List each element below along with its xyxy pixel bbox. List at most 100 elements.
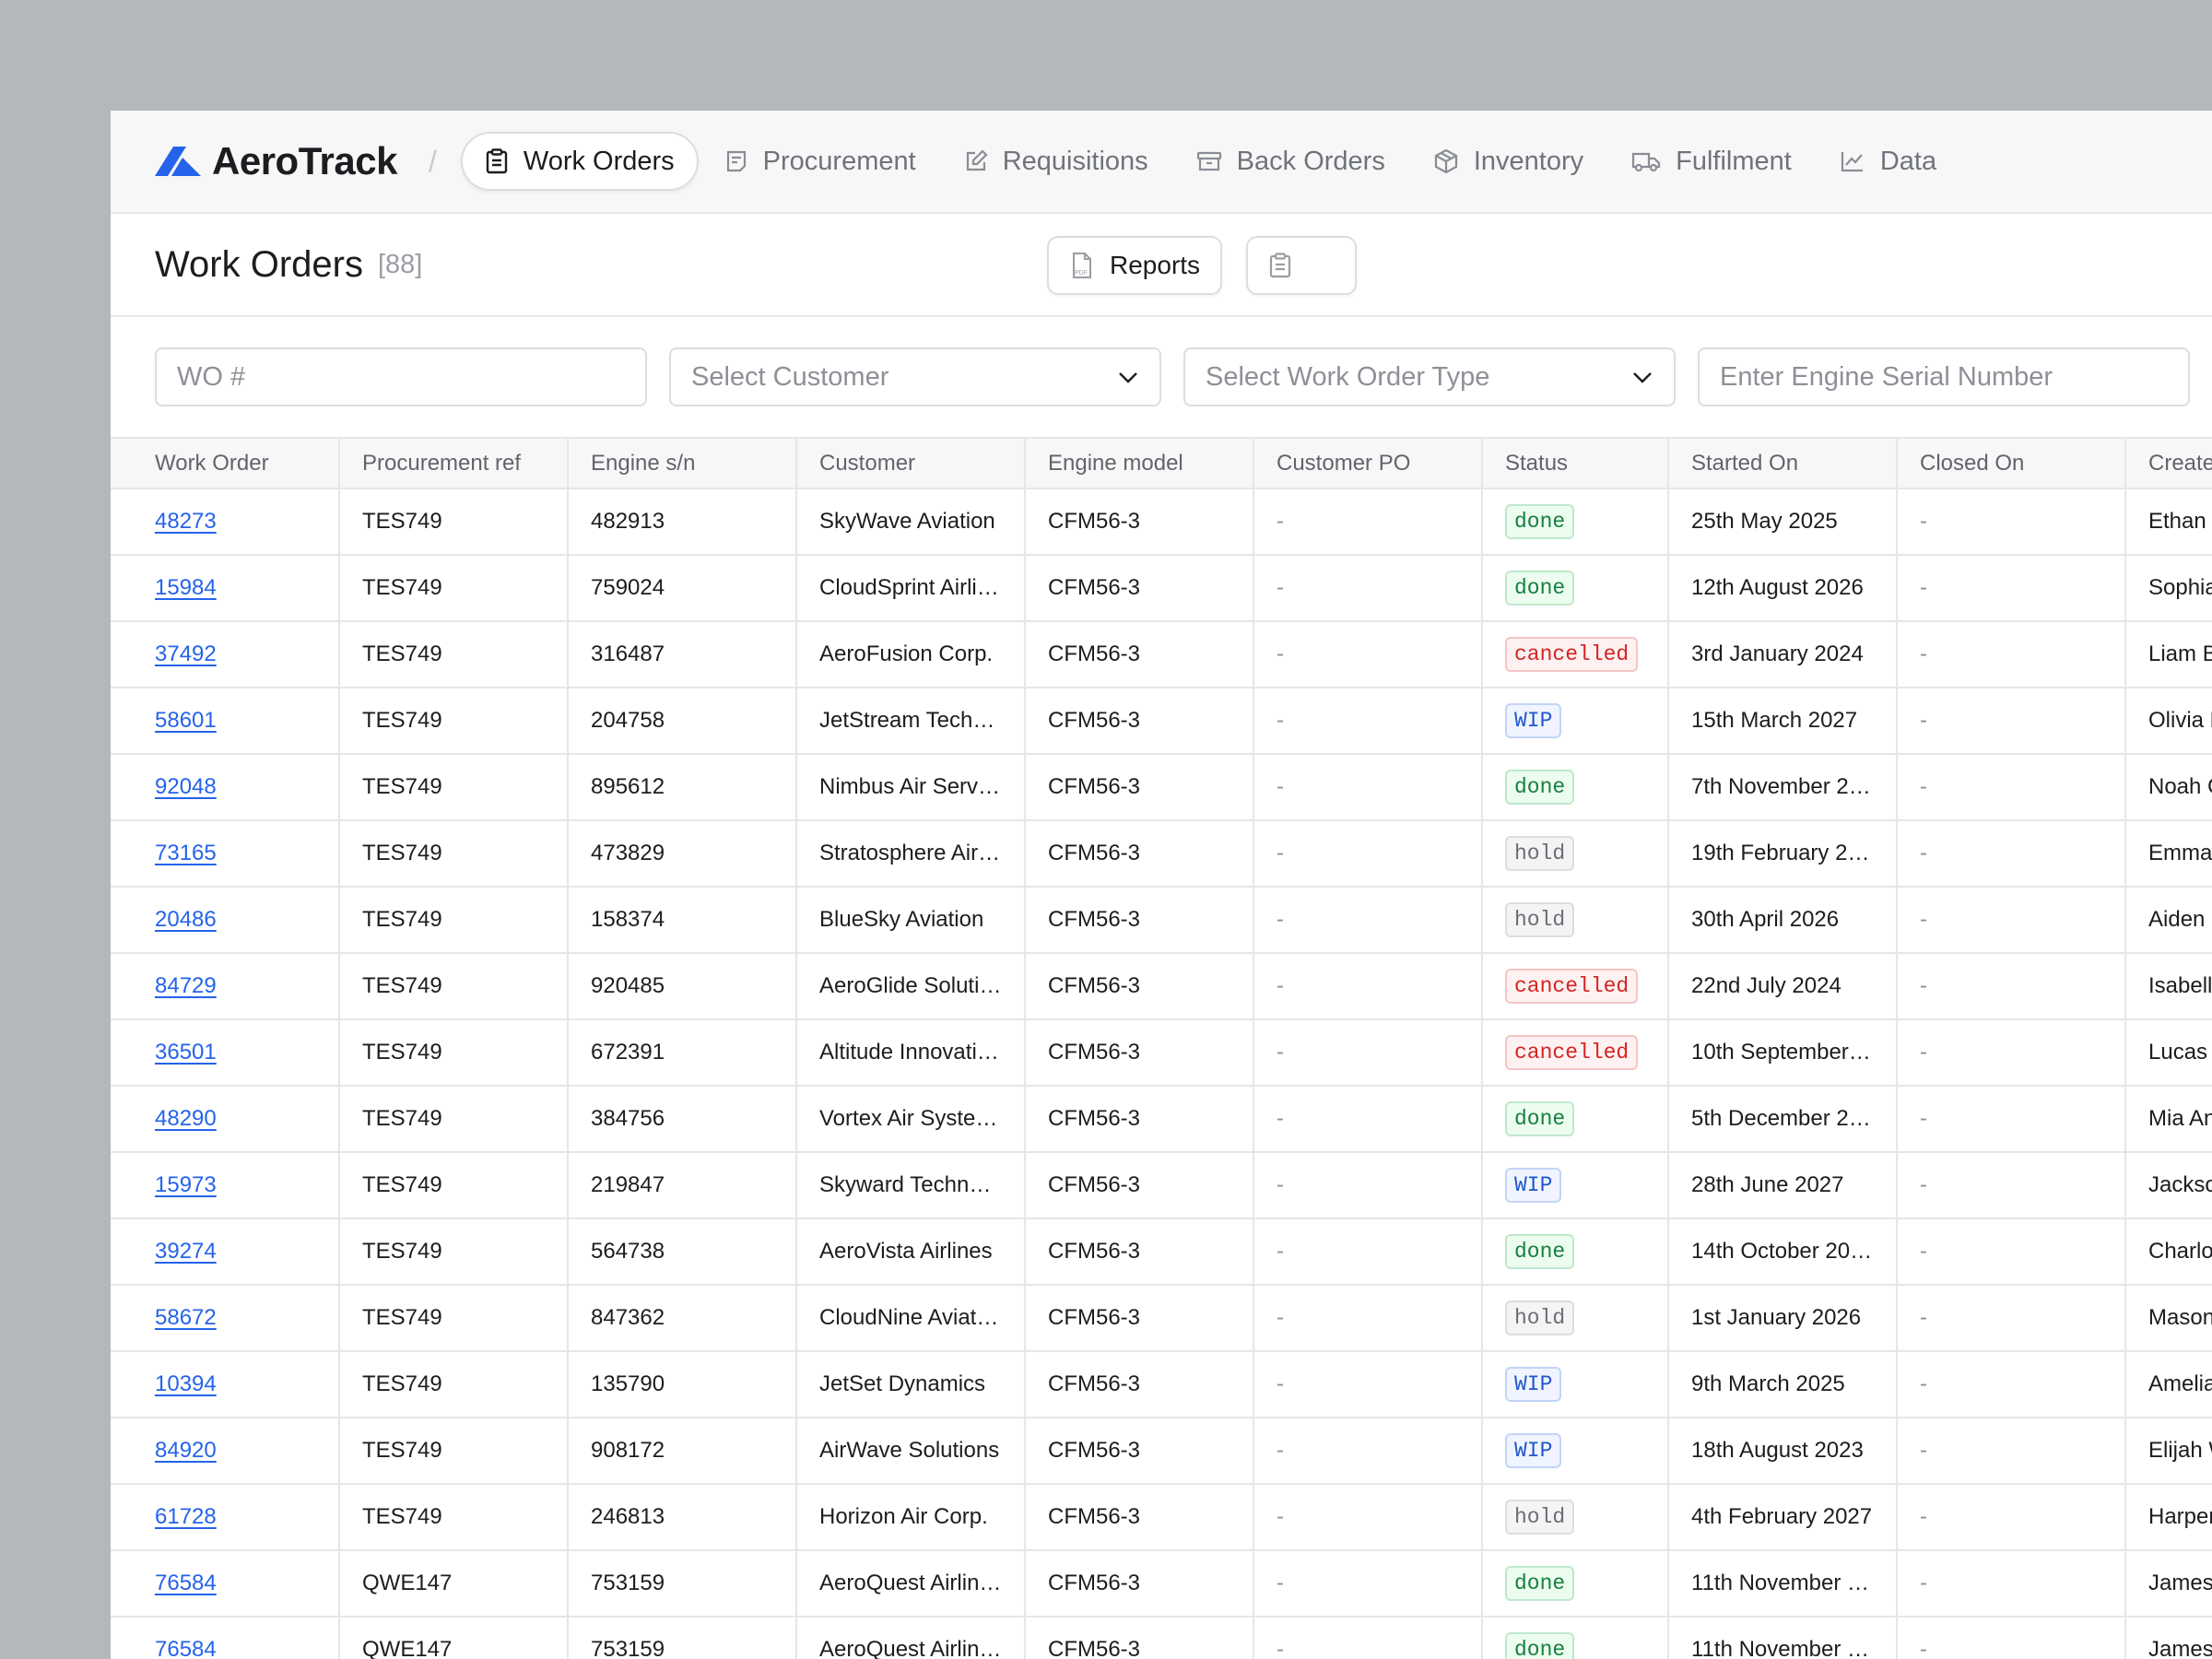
table-row[interactable]: 76584 QWE147 753159 AeroQuest Airlines CFM56…	[111, 1550, 2212, 1618]
cell-engine-model: CFM56-3	[1025, 953, 1254, 1020]
engine-serial-input[interactable]	[1698, 347, 2190, 406]
work-order-link[interactable]: 20486	[155, 907, 217, 932]
tab-label: Data	[1879, 146, 1937, 176]
cell-engine-model: CFM56-3	[1025, 555, 1254, 622]
cell-customer: JetStream Techn...	[796, 688, 1026, 755]
cell-engine-sn: 482913	[568, 488, 797, 556]
work-order-link[interactable]: 36501	[155, 1040, 217, 1065]
tab-inventory[interactable]: Inventory	[1411, 132, 1606, 191]
tab-data[interactable]: Data	[1818, 132, 1959, 191]
page-title: Work Orders	[155, 243, 363, 285]
table-row[interactable]: 92048 TES749 895612 Nimbus Air Servic... CFM…	[111, 754, 2212, 821]
cell-customer-po: -	[1253, 621, 1483, 688]
work-order-link[interactable]: 48273	[155, 509, 217, 534]
truck-icon	[1632, 152, 1661, 172]
cell-engine-sn: 158374	[568, 887, 797, 954]
wo-number-input[interactable]	[155, 347, 647, 406]
cell-status: done	[1482, 488, 1669, 556]
table-row[interactable]: 58601 TES749 204758 JetStream Techn... CFM56…	[111, 688, 2212, 755]
work-order-link[interactable]: 76584	[155, 1637, 217, 1659]
table-row[interactable]: 15984 TES749 759024 CloudSprint Airlin... CF…	[111, 555, 2212, 622]
status-badge: WIP	[1505, 703, 1562, 738]
table-row[interactable]: 73165 TES749 473829 Stratosphere Airli... CF…	[111, 820, 2212, 888]
cell-engine-model: CFM56-3	[1025, 1484, 1254, 1551]
table-row[interactable]: 20486 TES749 158374 BlueSky Aviation CFM56-3…	[111, 887, 2212, 954]
work-order-link[interactable]: 15973	[155, 1172, 217, 1197]
chart-icon	[1841, 152, 1863, 172]
work-order-link[interactable]: 39274	[155, 1239, 217, 1264]
cell-work-order: 58601	[111, 688, 340, 755]
cell-status: WIP	[1482, 1152, 1669, 1219]
table-row[interactable]: 76584 QWE147 753159 AeroQuest Airlines CFM56…	[111, 1617, 2212, 1659]
cell-customer-po: -	[1253, 887, 1483, 954]
tab-work-orders[interactable]: Work Orders	[460, 132, 699, 191]
work-order-link[interactable]: 15984	[155, 575, 217, 600]
col-header-closed-on[interactable]: Closed On	[1897, 439, 2126, 489]
col-header-engine-model[interactable]: Engine model	[1025, 439, 1254, 489]
status-badge: hold	[1505, 1500, 1575, 1535]
col-header-customer[interactable]: Customer	[796, 439, 1026, 489]
status-badge: cancelled	[1505, 637, 1639, 672]
work-order-type-select[interactable]: Select Work Order Type	[1183, 347, 1676, 406]
work-order-link[interactable]: 58601	[155, 708, 217, 733]
table-row[interactable]: 15973 TES749 219847 Skyward Technol... CFM56…	[111, 1152, 2212, 1219]
table-row[interactable]: 48273 TES749 482913 SkyWave Aviation CFM56-3…	[111, 488, 2212, 556]
col-header-work-order[interactable]: Work Order	[111, 439, 340, 489]
col-header-created-by[interactable]: Create	[2125, 439, 2212, 489]
status-badge: cancelled	[1505, 969, 1639, 1004]
work-order-link[interactable]: 76584	[155, 1571, 217, 1595]
table-row[interactable]: 39274 TES749 564738 AeroVista Airlines CFM56…	[111, 1218, 2212, 1286]
tab-fulfilment[interactable]: Fulfilment	[1609, 132, 1814, 191]
work-order-link[interactable]: 61728	[155, 1504, 217, 1529]
table-row[interactable]: 84920 TES749 908172 AirWave Solutions CFM56-…	[111, 1418, 2212, 1485]
tab-back-orders[interactable]: Back Orders	[1174, 132, 1407, 191]
cell-customer-po: -	[1253, 555, 1483, 622]
table-row[interactable]: 84729 TES749 920485 AeroGlide Solutio... CFM…	[111, 953, 2212, 1020]
col-header-procurement-ref[interactable]: Procurement ref	[339, 439, 569, 489]
work-order-link[interactable]: 58672	[155, 1305, 217, 1330]
table-row[interactable]: 58672 TES749 847362 CloudNine Aviation CFM56…	[111, 1285, 2212, 1352]
cell-closed-on: -	[1897, 1351, 2126, 1418]
cell-customer-po: -	[1253, 1550, 1483, 1618]
table-row[interactable]: 48290 TES749 384756 Vortex Air Systems CFM56…	[111, 1086, 2212, 1153]
work-order-link[interactable]: 10394	[155, 1371, 217, 1396]
top-navigation: AeroTrack / Work Orders Procurement Requ…	[111, 111, 2212, 214]
col-header-started-on[interactable]: Started On	[1668, 439, 1898, 489]
work-order-link[interactable]: 92048	[155, 774, 217, 799]
cell-customer-po: -	[1253, 1086, 1483, 1153]
col-header-status[interactable]: Status	[1482, 439, 1669, 489]
table-row[interactable]: 37492 TES749 316487 AeroFusion Corp. CFM56-3…	[111, 621, 2212, 688]
cell-engine-model: CFM56-3	[1025, 754, 1254, 821]
cell-customer: Skyward Technol...	[796, 1152, 1026, 1219]
brand-logo[interactable]: AeroTrack	[155, 139, 397, 183]
table-row[interactable]: 61728 TES749 246813 Horizon Air Corp. CFM56-…	[111, 1484, 2212, 1551]
tab-procurement[interactable]: Procurement	[702, 132, 938, 191]
cell-closed-on: -	[1897, 1218, 2126, 1286]
tab-requisitions[interactable]: Requisitions	[942, 132, 1171, 191]
work-order-link[interactable]: 84729	[155, 973, 217, 998]
table-row[interactable]: 36501 TES749 672391 Altitude Innovatio... CF…	[111, 1019, 2212, 1087]
aerotrack-logo-icon	[155, 147, 201, 176]
cell-closed-on: -	[1897, 1484, 2126, 1551]
cell-status: done	[1482, 1218, 1669, 1286]
cell-closed-on: -	[1897, 1086, 2126, 1153]
tab-label: Procurement	[762, 146, 916, 176]
clipboard-button[interactable]	[1246, 236, 1357, 295]
work-order-link[interactable]: 73165	[155, 841, 217, 865]
work-order-link[interactable]: 37492	[155, 641, 217, 666]
col-header-customer-po[interactable]: Customer PO	[1253, 439, 1483, 489]
cell-engine-model: CFM56-3	[1025, 1550, 1254, 1618]
cell-engine-sn: 564738	[568, 1218, 797, 1286]
cell-procurement-ref: TES749	[339, 953, 569, 1020]
cell-created-by: James	[2125, 1550, 2212, 1618]
work-order-link[interactable]: 84920	[155, 1438, 217, 1463]
reports-button[interactable]: PDF Reports	[1047, 236, 1223, 295]
customer-select[interactable]: Select Customer	[669, 347, 1161, 406]
col-header-engine-sn[interactable]: Engine s/n	[568, 439, 797, 489]
work-order-link[interactable]: 48290	[155, 1106, 217, 1131]
cell-procurement-ref: TES749	[339, 1019, 569, 1087]
cell-engine-sn: 672391	[568, 1019, 797, 1087]
table-row[interactable]: 10394 TES749 135790 JetSet Dynamics CFM56-3-…	[111, 1351, 2212, 1418]
cell-closed-on: -	[1897, 1285, 2126, 1352]
cell-engine-model: CFM56-3	[1025, 1218, 1254, 1286]
